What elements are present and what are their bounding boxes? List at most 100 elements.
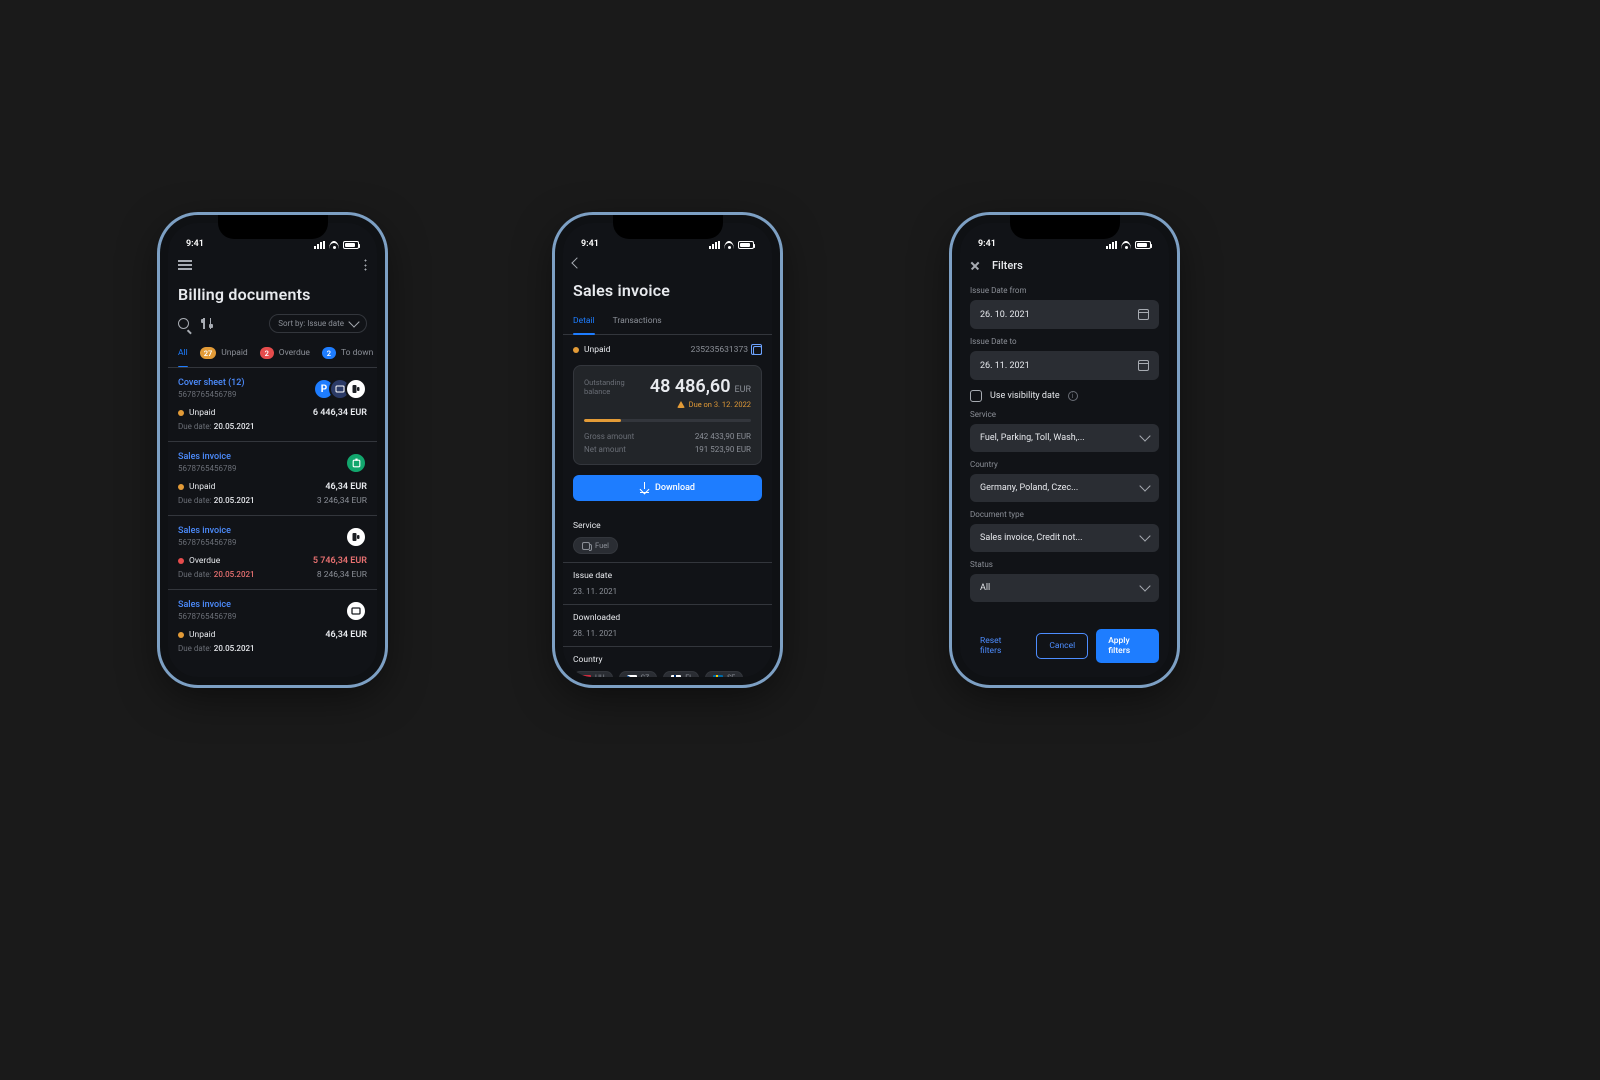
doc-number: 5678765456789 [178,612,236,621]
status-text: Unpaid [189,482,215,492]
issue-to-input[interactable]: 26. 11. 2021 [970,351,1159,380]
tab-label: To down [341,348,373,358]
menu-icon[interactable] [178,260,192,270]
tab-all[interactable]: All [178,341,188,367]
country-chip: FI [663,671,699,677]
service-icons [345,526,367,548]
issue-to-value: 26. 11. 2021 [980,361,1030,371]
gross-value: 242 433,90 EUR [695,432,751,441]
filter-icon[interactable] [201,318,213,329]
visibility-label: Use visibility date [990,391,1060,401]
status-dot [178,484,184,490]
service-chip: Fuel [573,537,618,554]
tab-badge: 2 [322,347,336,359]
amount-secondary: 8 246,34 EUR [317,570,367,580]
tab-transactions[interactable]: Transactions [613,310,662,334]
info-icon[interactable]: i [1068,391,1078,401]
country-chip: HU [573,671,613,677]
phone-billing-list: 9:41 Billing documents Sort by: Issue da… [160,215,385,685]
wifi-icon [329,241,339,249]
tab-overdue[interactable]: 2 Overdue [260,341,310,367]
tab-label: Detail [573,316,595,326]
reset-filters-button[interactable]: Reset filters [970,629,1028,663]
sort-dropdown[interactable]: Sort by: Issue date [269,314,367,333]
chevron-down-icon [1139,480,1150,491]
balance-label: Outstanding balance [584,378,625,398]
wifi-icon [724,241,734,249]
battery-icon [738,241,754,249]
tab-badge: 2 [260,347,274,359]
list-item[interactable]: Sales invoice 5678765456789 Unpaid 46,34… [168,590,377,663]
tab-unpaid[interactable]: 27 Unpaid [200,341,248,367]
close-icon[interactable] [970,261,980,271]
chevron-down-icon [1139,430,1150,441]
chevron-down-icon [1139,530,1150,541]
service-icon [345,452,367,474]
page-title: Billing documents [178,285,367,304]
back-icon[interactable] [571,257,582,268]
country-label: Country [970,460,1159,469]
list-item[interactable]: Cover sheet (12) 5678765456789 P [168,368,377,442]
country-select[interactable]: Germany, Poland, Czec... [970,474,1159,502]
list-item[interactable]: Sales invoice 5678765456789 Overdue 5 74… [168,516,377,590]
issue-from-input[interactable]: 26. 10. 2021 [970,300,1159,329]
tab-to-download[interactable]: 2 To down [322,341,373,367]
amount: 6 446,34 EUR [313,408,367,418]
country-chip: SE [705,671,743,677]
service-icons: P [313,378,367,400]
due-label: Due date: [178,496,212,505]
visibility-checkbox[interactable] [970,390,982,402]
doc-title: Sales invoice [178,526,236,536]
download-label: Download [655,483,695,493]
doc-title: Cover sheet (12) [178,378,245,388]
apply-filters-button[interactable]: Apply filters [1096,629,1159,663]
signal-icon [709,241,720,249]
page-title: Sales invoice [573,281,762,300]
issue-date-value: 23. 11. 2021 [573,587,762,596]
copy-icon[interactable] [753,346,762,355]
flag-cz-icon [627,675,637,678]
doctype-select[interactable]: Sales invoice, Credit not... [970,524,1159,552]
status-time: 9:41 [581,239,599,249]
doc-number: 5678765456789 [178,538,236,547]
signal-icon [314,241,325,249]
status-dot [573,347,579,353]
phone-filters: 9:41 Filters Issue Date from 26. 10. 202… [952,215,1177,685]
calendar-icon [1138,360,1149,371]
balance-currency: EUR [735,385,752,395]
sort-label: Sort by: Issue date [278,319,344,328]
toll-icon [345,600,367,622]
due-warning: Due on 3. 12. 2022 [584,400,751,409]
tab-label: All [178,348,188,358]
search-icon[interactable] [178,318,189,329]
download-button[interactable]: Download [573,475,762,501]
flag-se-icon [713,675,723,678]
document-list: Cover sheet (12) 5678765456789 P [168,368,377,663]
downloaded-value: 28. 11. 2021 [573,629,762,638]
status-select[interactable]: All [970,574,1159,602]
device-notch [218,215,328,239]
service-select[interactable]: Fuel, Parking, Toll, Wash,... [970,424,1159,452]
cancel-button[interactable]: Cancel [1036,633,1088,659]
country-chips: HU CZ FI SE [573,671,762,677]
tab-detail[interactable]: Detail [573,310,595,334]
issue-from-label: Issue Date from [970,286,1159,295]
list-item[interactable]: Sales invoice 5678765456789 Unpaid 46,34… [168,442,377,516]
battery-icon [343,241,359,249]
service-label: Service [970,410,1159,419]
due-label: Due date: [178,422,212,431]
more-icon[interactable] [364,259,367,271]
doc-title: Sales invoice [178,600,236,610]
issue-date-label: Issue date [573,571,762,581]
status-text: Unpaid [189,630,215,640]
flag-fi-icon [671,675,681,678]
status-text: Overdue [189,556,220,566]
amount: 46,34 EUR [325,630,367,640]
phone-invoice-detail: 9:41 Sales invoice Detail Transactions U… [555,215,780,685]
download-icon [640,484,649,493]
status-dot [178,410,184,416]
due-value: 20.05.2021 [214,644,255,653]
country-label: Country [573,655,762,665]
fuel-icon [582,542,590,550]
amount: 5 746,34 EUR [313,556,367,566]
